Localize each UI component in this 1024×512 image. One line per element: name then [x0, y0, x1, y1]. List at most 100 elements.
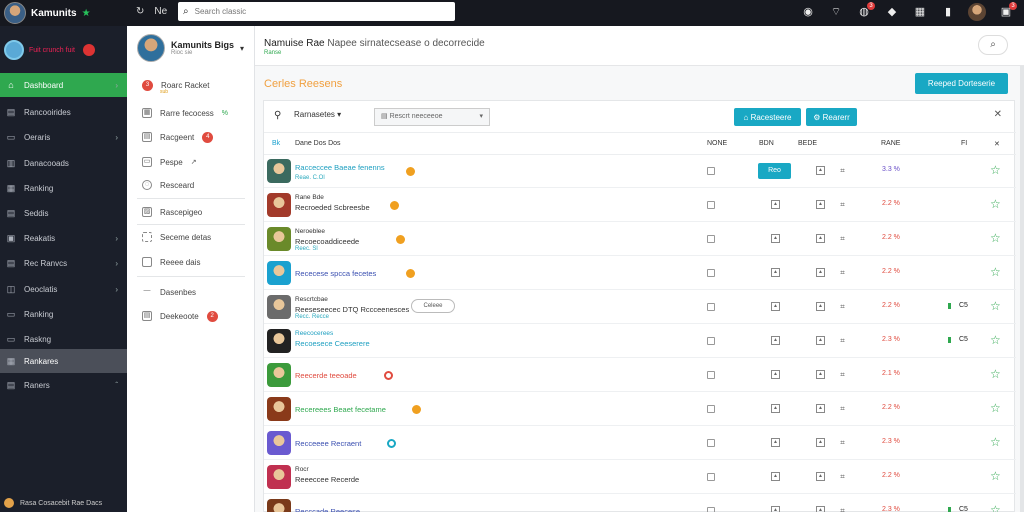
row-checkbox[interactable] — [707, 371, 715, 379]
row-name-secondary[interactable]: Recoecoaddiceede — [295, 237, 359, 246]
favorite-star-icon[interactable]: ☆ — [990, 231, 1001, 245]
sidebar-item[interactable]: ▤ Rec Ranvcs › — [0, 251, 127, 275]
table-row[interactable]: Rane Bde Recroeded Scbreesbe ▲ ▲ ⌗ 2.2 % ☆ — [264, 189, 1016, 222]
file-icon[interactable]: ⌗ — [838, 472, 847, 481]
wifi-icon[interactable]: ⌔ — [828, 4, 844, 20]
image-icon[interactable]: ▲ — [771, 404, 780, 413]
row-checkbox[interactable] — [707, 235, 715, 243]
table-row[interactable]: Neroeblee Recoecoaddiceede Reec. Sl ▲ ▲ ⌗ 2.2 … — [264, 223, 1016, 256]
trash-icon[interactable]: ▮ — [940, 4, 956, 20]
table-row[interactable]: Recereees Beaet fecetame ▲ ▲ ⌗ 2.2 % ☆ — [264, 393, 1016, 426]
panel-item[interactable]: 3 Roarc Racket sub — [142, 76, 247, 95]
sidebar-footer[interactable]: Rasa Cosacebit Rae Dacs — [4, 498, 102, 508]
table-row[interactable]: Rocr Reeeccee Recerde ▲ ▲ ⌗ 2.2 % ☆ — [264, 461, 1016, 494]
favorite-star-icon[interactable]: ☆ — [990, 333, 1001, 347]
favorite-star-icon[interactable]: ☆ — [990, 401, 1001, 415]
col-header-1[interactable]: Bk — [272, 140, 280, 147]
favorite-star-icon[interactable]: ☆ — [990, 163, 1001, 177]
sort-select[interactable]: ▤ Rescrt neeceeoe ▾ — [374, 108, 490, 126]
image-icon[interactable]: ▲ — [771, 370, 780, 379]
bag-icon[interactable]: ▦ — [912, 4, 928, 20]
image-icon[interactable]: ▲ — [771, 472, 780, 481]
panel-item[interactable]: Seceme detas — [142, 228, 247, 246]
row-name[interactable]: Rocr — [295, 466, 309, 473]
panel-header[interactable]: Kamunits Bigs Rioc sie ▾ — [137, 34, 244, 62]
panel-item[interactable]: ▤ Deekeoote 2 — [142, 307, 247, 325]
profile-avatar[interactable] — [968, 3, 986, 21]
filter-select[interactable]: Rarnasetes ▾ — [294, 110, 341, 119]
file-icon[interactable]: ⌗ — [838, 438, 847, 447]
panel-item[interactable]: ▤ Racgeent 4 — [142, 128, 247, 146]
row-name[interactable]: Rececese spcca fecetes — [295, 269, 376, 278]
image-icon[interactable]: ▲ — [771, 200, 780, 209]
image-icon[interactable]: ▲ — [816, 438, 825, 447]
image-icon[interactable]: ▲ — [816, 200, 825, 209]
image-icon[interactable]: ▲ — [816, 302, 825, 311]
brand[interactable]: Kamunits ★ — [4, 2, 91, 24]
file-icon[interactable]: ⌗ — [838, 370, 847, 379]
image-icon[interactable]: ▲ — [816, 404, 825, 413]
toolbar-button-1[interactable]: ⌂ Racesteere — [734, 108, 801, 126]
sidebar-profile[interactable]: Fuit crunch fuit — [4, 40, 95, 60]
row-checkbox[interactable] — [707, 405, 715, 413]
image-icon[interactable]: ▲ — [816, 268, 825, 277]
panel-item[interactable]: ▭ Pespe ↗ — [142, 153, 247, 171]
row-name-secondary[interactable]: Reeseseecec DTQ Rccceenesces — [295, 305, 409, 314]
row-name[interactable]: Recereees Beaet fecetame — [295, 405, 386, 414]
row-name[interactable]: Reecerde teeoade — [295, 371, 357, 380]
col-header-2[interactable]: Dane Dos Dos — [295, 140, 341, 147]
file-icon[interactable]: ⌗ — [838, 268, 847, 277]
panel-item[interactable]: ▨ Rascepigeo — [142, 203, 247, 221]
table-row[interactable]: Reecocerees Recoesece Ceeserere ▲ ▲ ⌗ 2.3 % C5… — [264, 325, 1016, 358]
file-icon[interactable]: ⌗ — [838, 404, 847, 413]
back-arrow-icon[interactable]: ↻ — [136, 6, 144, 17]
row-name-secondary[interactable]: Reeeccee Recerde — [295, 475, 359, 484]
image-icon[interactable]: ▲ — [771, 268, 780, 277]
sidebar-item[interactable]: ▣ Reakatis › — [0, 226, 127, 250]
add-button[interactable]: Reeped Dorteserie — [915, 73, 1008, 94]
sidebar-item-dashboard[interactable]: ⌂ Dashboard › — [0, 73, 127, 97]
search-box[interactable]: ⌕ — [178, 2, 455, 21]
table-row[interactable]: Recccade Reecese ▲ ▲ ⌗ 2.3 % C5 ☆ — [264, 495, 1016, 512]
file-icon[interactable]: ⌗ — [838, 166, 847, 175]
table-row[interactable]: Recceeee Recraent ▲ ▲ ⌗ 2.3 % ☆ — [264, 427, 1016, 460]
alert-icon[interactable]: ▣ 3 — [998, 2, 1017, 20]
row-checkbox[interactable] — [707, 303, 715, 311]
row-checkbox[interactable] — [707, 167, 715, 175]
favorite-star-icon[interactable]: ☆ — [990, 435, 1001, 449]
file-icon[interactable]: ⌗ — [838, 200, 847, 209]
user-avatar[interactable] — [4, 2, 26, 24]
header-search-button[interactable]: ⌕ — [978, 35, 1008, 55]
sidebar-item[interactable]: ▭ Raskng — [0, 327, 127, 351]
sidebar-item[interactable]: ▥ Danacooads — [0, 151, 127, 175]
image-icon[interactable]: ▲ — [771, 336, 780, 345]
apps-icon[interactable]: ◆ — [884, 4, 900, 20]
row-action-button[interactable]: Reo — [758, 163, 791, 179]
favorite-star-icon[interactable]: ☆ — [990, 299, 1001, 313]
globe-icon[interactable]: ◉ — [800, 4, 816, 20]
table-row[interactable]: Racceccee Baeae fenenns Reae. C.Ol Reo ▲ ⌗ 3.… — [264, 155, 1016, 188]
panel-item[interactable]: Reeee dais — [142, 253, 247, 271]
row-name[interactable]: Rescrtcbae — [295, 296, 328, 303]
image-icon[interactable]: ▲ — [771, 506, 780, 512]
pin-icon[interactable]: ⚲ — [274, 110, 281, 121]
favorite-star-icon[interactable]: ☆ — [990, 503, 1001, 512]
row-name-secondary[interactable]: Recroeded Scbreesbe — [295, 203, 370, 212]
row-name[interactable]: Recceeee Recraent — [295, 439, 361, 448]
col-header-5[interactable]: BEDE — [798, 140, 817, 147]
col-header-6[interactable]: RANE — [881, 140, 900, 147]
search-input[interactable] — [194, 7, 435, 16]
close-icon[interactable]: ✕ — [994, 140, 1000, 148]
table-row[interactable]: Rescrtcbae Reeseseecec DTQ Rccceenesces Re… — [264, 291, 1016, 324]
sidebar-item[interactable]: ▤ Raners ˆ — [0, 373, 127, 397]
row-checkbox[interactable] — [707, 337, 715, 345]
nav-label[interactable]: Ne — [154, 6, 167, 17]
row-tag[interactable]: Celeee — [411, 299, 455, 313]
col-header-4[interactable]: BDN — [759, 140, 774, 147]
chevron-down-icon[interactable]: ▾ — [240, 44, 244, 53]
notification-icon[interactable]: ◍ 3 — [856, 2, 875, 20]
row-checkbox[interactable] — [707, 269, 715, 277]
sidebar-item[interactable]: ▭ Oeraris › — [0, 125, 127, 149]
sidebar-item[interactable]: ▭ Ranking — [0, 302, 127, 326]
panel-item[interactable]: — Dasenbes — [142, 283, 247, 301]
